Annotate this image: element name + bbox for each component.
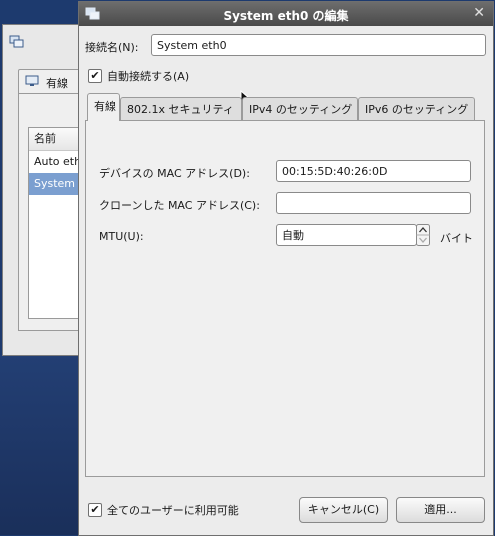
title-bar[interactable]: System eth0 の編集 ✕: [79, 2, 493, 26]
mac-address-input[interactable]: [276, 160, 471, 182]
network-connection-icon: [9, 35, 24, 48]
mtu-unit-label: バイト: [440, 232, 473, 245]
connections-panel: 名前 Auto eth System: [18, 93, 90, 331]
dialog-title: System eth0 の編集: [223, 9, 349, 23]
tab-wired-background[interactable]: 有線: [18, 69, 82, 94]
checkmark-icon: ✔: [90, 503, 100, 516]
wired-network-icon: [25, 75, 39, 86]
all-users-label: 全てのユーザーに利用可能: [107, 504, 239, 517]
tab-8021x-security[interactable]: 802.1x セキュリティ: [120, 97, 242, 120]
connection-name-label: 接続名(N):: [85, 41, 139, 54]
mac-address-label: デバイスの MAC アドレス(D):: [99, 167, 250, 180]
edit-connection-dialog: System eth0 の編集 ✕ 接続名(N): ✔ 自動接続する(A) 有線…: [78, 1, 494, 536]
connection-name-input[interactable]: [151, 34, 486, 56]
checkmark-icon: ✔: [90, 69, 100, 82]
cancel-button[interactable]: キャンセル(C): [299, 497, 388, 523]
network-connections-window: 有線 名前 Auto eth System: [2, 24, 90, 356]
tab-ipv4-settings[interactable]: IPv4 のセッティング: [242, 97, 358, 120]
cloned-mac-input[interactable]: [276, 192, 471, 214]
auto-connect-checkbox[interactable]: ✔: [88, 69, 102, 83]
tab-wired[interactable]: 有線: [87, 93, 120, 121]
mtu-spinbox[interactable]: [276, 224, 417, 246]
spin-arrows-icon[interactable]: [416, 224, 430, 246]
close-icon[interactable]: ✕: [473, 5, 485, 21]
desktop-background: [0, 355, 90, 535]
cloned-mac-label: クローンした MAC アドレス(C):: [99, 199, 260, 212]
tab-ipv6-settings[interactable]: IPv6 のセッティング: [358, 97, 475, 120]
all-users-checkbox[interactable]: ✔: [88, 503, 102, 517]
mtu-label: MTU(U):: [99, 230, 144, 243]
apply-button[interactable]: 適用...: [396, 497, 485, 523]
tab-label: 有線: [46, 77, 68, 90]
auto-connect-label: 自動接続する(A): [107, 70, 190, 83]
